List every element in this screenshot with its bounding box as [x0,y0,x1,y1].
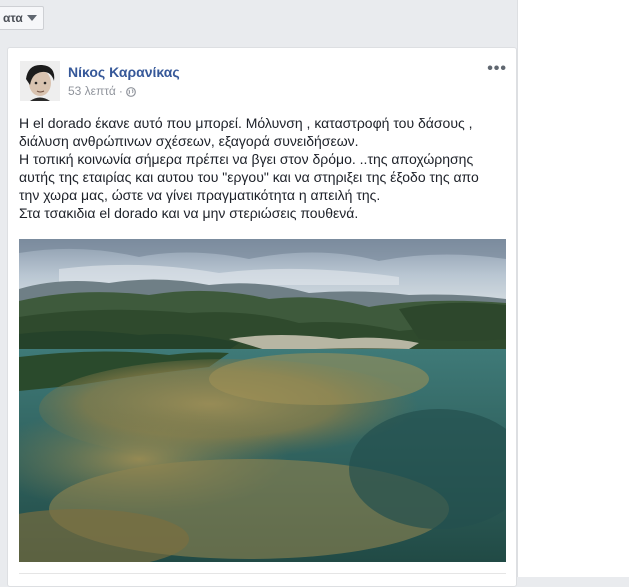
globe-icon[interactable] [125,86,136,97]
post-line: διάλυση ανθρώπινων σχέσεων, εξαγορά συνε… [19,133,359,149]
post-card: Νίκος Καρανίκας 53 λεπτά · ••• Η el dora… [7,47,517,587]
post-line: αυτής της εταιρίας και αυτου του "εργου"… [19,169,479,185]
right-sidebar [517,0,629,577]
ellipsis-icon[interactable]: ••• [487,60,507,78]
post-body: Η el dorado έκανε αυτό που μπορεί. Μόλυν… [19,114,505,222]
post-line: Η τοπική κοινωνία σήμερα πρέπει να βγει … [19,151,474,167]
post-timestamp[interactable]: 53 λεπτά [68,84,116,98]
feed-filter-label: ατα [3,11,23,25]
post-photo[interactable] [19,239,506,562]
post-line: την χωρα μας, ώστε να γίνει πραγματικότη… [19,187,381,203]
post-line: Η el dorado έκανε αυτό που μπορεί. Μόλυν… [19,115,473,131]
chevron-down-icon [26,15,37,21]
divider [19,573,506,574]
feed-filter-dropdown[interactable]: ατα [0,6,44,30]
post-author-name[interactable]: Νίκος Καρανίκας [68,64,180,80]
meta-separator: · [118,84,123,98]
post-meta: 53 λεπτά · [68,84,136,98]
avatar[interactable] [20,61,60,101]
post-line: Στα τσακιδια el dorado και να μην στεριώ… [19,205,359,221]
